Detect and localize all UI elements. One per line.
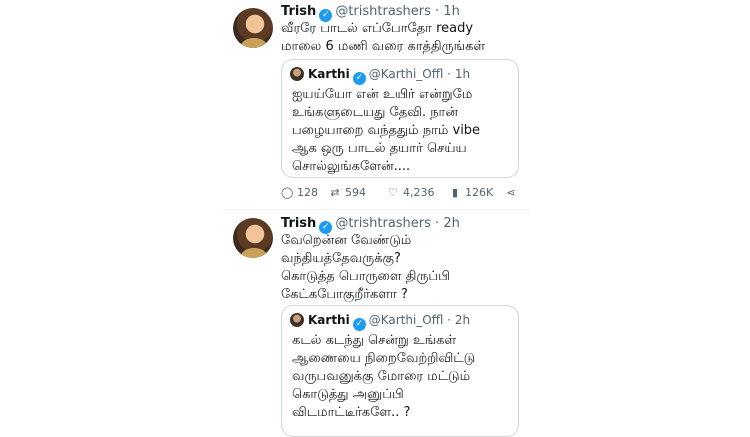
- tweet-text-line: வீரரே பாடல் எப்போதோ ready: [281, 21, 474, 36]
- tweet[interactable]: Trish ✓ @trishtrashers · 2h வேறென்ன வேண்டு…: [219, 210, 531, 437]
- reply-count: 128: [297, 186, 318, 199]
- retweet-count: 594: [345, 186, 366, 199]
- quoted-handle: @Karthi_Offl: [368, 313, 444, 327]
- tweet-text-line: கொடுத்த பொருளை திருப்பி: [281, 269, 450, 284]
- quoted-text-line: உங்களுடையது தேவி. நான்: [292, 105, 458, 120]
- quoted-tweet-text: ஐயய்யோ என் உயிர் என்றுமே உங்களுடையது தேவ…: [292, 86, 510, 176]
- separator-dot: ·: [430, 4, 444, 19]
- tweet-text-line: வந்தியத்தேவருக்கு?: [281, 251, 401, 266]
- quoted-timestamp: 2h: [454, 313, 471, 327]
- quoted-display-name: Karthi: [308, 313, 350, 327]
- views-button[interactable]: ▮ 126K: [449, 185, 493, 201]
- handle[interactable]: @trishtrashers: [335, 216, 431, 231]
- verified-badge-icon: ✓: [352, 72, 366, 85]
- retweet-button[interactable]: ⇄ 594: [329, 185, 366, 201]
- quoted-tweet-header: Karthi ✓ @Karthi_Offl · 2h: [290, 313, 470, 331]
- quoted-text-line: ஆணையை நிறைவேற்றிவிட்டு: [292, 351, 476, 366]
- reply-icon: ◯: [281, 186, 294, 199]
- share-button[interactable]: ⋖: [505, 185, 521, 201]
- tweet-actions: ◯ 128 ⇄ 594 ♡ 4,236 ▮ 126K ⋖: [281, 185, 521, 201]
- avatar[interactable]: [233, 218, 273, 258]
- like-button[interactable]: ♡ 4,236: [387, 185, 435, 201]
- tweet-feed: Trish ✓ @trishtrashers · 1h வீரரே பாடல் எப…: [219, 0, 531, 437]
- quoted-text-line: பழையாறை வந்ததும் நாம் vibe: [292, 123, 481, 138]
- display-name[interactable]: Trish: [281, 216, 316, 231]
- quoted-tweet[interactable]: Karthi ✓ @Karthi_Offl · 1h ஐயய்யோ என் உயிர…: [281, 59, 519, 178]
- separator-dot: ·: [443, 67, 455, 81]
- tweet[interactable]: Trish ✓ @trishtrashers · 1h வீரரே பாடல் எப…: [219, 0, 531, 210]
- avatar[interactable]: [233, 8, 273, 48]
- display-name[interactable]: Trish: [281, 4, 316, 19]
- tweet-text: வேறென்ன வேண்டும் வந்தியத்தேவருக்கு? கொடு…: [281, 232, 525, 304]
- quoted-text-line: சொல்லுங்களேன்....: [292, 159, 411, 174]
- reply-button[interactable]: ◯ 128: [281, 185, 318, 201]
- verified-badge-icon: ✓: [352, 318, 366, 331]
- timestamp[interactable]: 2h: [443, 216, 460, 231]
- like-count: 4,236: [403, 186, 435, 199]
- quoted-text-line: விடமாட்டீர்களே.. ?: [292, 405, 411, 420]
- quoted-timestamp: 1h: [454, 67, 471, 81]
- quoted-avatar: [290, 313, 304, 327]
- view-count: 126K: [465, 186, 494, 199]
- quoted-text-line: வருபவனுக்கு மோரை மட்டும்: [292, 369, 471, 384]
- quoted-text-line: ஆக ஒரு பாடல் தயார் செய்ய: [292, 141, 467, 156]
- tweet-text-line: கேட்கபோகுறீர்களா ?: [281, 287, 408, 302]
- separator-dot: ·: [430, 216, 444, 231]
- tweet-text-line: மாலை 6 மணி வரை காத்திருங்கள்: [281, 39, 486, 54]
- separator-dot: ·: [443, 313, 455, 327]
- tweet-text: வீரரே பாடல் எப்போதோ ready மாலை 6 மணி வரை…: [281, 20, 525, 56]
- quoted-tweet-header: Karthi ✓ @Karthi_Offl · 1h: [290, 67, 470, 85]
- quoted-tweet[interactable]: Karthi ✓ @Karthi_Offl · 2h கடல் கடந்து சென…: [281, 305, 519, 437]
- quoted-text-line: ஐயய்யோ என் உயிர் என்றுமே: [292, 87, 473, 102]
- quoted-handle: @Karthi_Offl: [368, 67, 444, 81]
- handle[interactable]: @trishtrashers: [335, 4, 431, 19]
- quoted-tweet-text: கடல் கடந்து சென்று உங்கள் ஆணையை நிறைவேற்…: [292, 332, 510, 422]
- quoted-text-line: கொடுத்து அனுப்பி: [292, 387, 404, 402]
- quoted-display-name: Karthi: [308, 67, 350, 81]
- share-icon: ⋖: [506, 186, 516, 199]
- quoted-avatar: [290, 67, 304, 81]
- tweet-text-line: வேறென்ன வேண்டும்: [281, 233, 412, 248]
- heart-icon: ♡: [388, 186, 398, 199]
- timestamp[interactable]: 1h: [443, 4, 460, 19]
- quoted-text-line: கடல் கடந்து சென்று உங்கள்: [292, 333, 457, 348]
- views-icon: ▮: [451, 186, 459, 199]
- retweet-icon: ⇄: [330, 186, 340, 199]
